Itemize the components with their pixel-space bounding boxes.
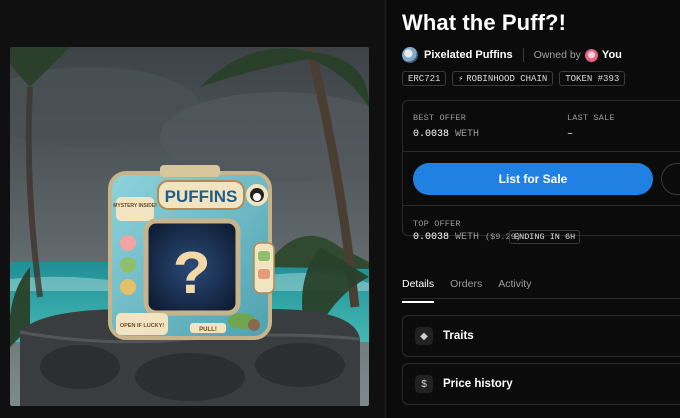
owner-avatar[interactable] [584,48,598,62]
collection-avatar[interactable] [402,47,418,63]
owner-link[interactable]: You [602,49,622,61]
tag-standard: ERC721 [402,71,447,86]
nft-artwork[interactable]: PUFFINS MYSTERY INSIDE! ? PULL! OPEN IF … [10,47,369,406]
traits-label: Traits [443,330,474,342]
tab-orders[interactable]: Orders [450,278,482,303]
price-history-section[interactable]: $ Price history [402,363,680,405]
offer-expiry-badge: ENDING IN 6H [509,230,581,244]
mystery-label: MYSTERY INSIDE! [113,203,157,209]
top-offer-value: 0.0038 WETH ($9.29) [413,232,521,243]
secondary-action-button[interactable] [661,163,680,195]
best-offer-label: BEST OFFER [413,113,467,123]
price-history-label: Price history [443,378,513,390]
artwork-illustration: PUFFINS MYSTERY INSIDE! ? PULL! OPEN IF … [10,47,369,406]
tab-activity[interactable]: Activity [498,278,531,303]
open-label: OPEN IF LUCKY! [120,323,164,329]
chain-icon: ⚡ [458,74,464,84]
media-panel: PUFFINS MYSTERY INSIDE! ? PULL! OPEN IF … [0,0,385,418]
last-sale-value: – [567,129,574,140]
owned-by-label: Owned by [533,49,581,61]
best-offer-value: 0.0038 WETH [413,129,480,140]
top-offer-label: TOP OFFER [413,219,461,229]
tab-details[interactable]: Details [402,278,435,303]
page-title: What the Puff?! [402,10,567,35]
tag-token-id: TOKEN #393 [559,71,626,86]
details-panel: What the Puff?! Pixelated Puffins Owned … [386,0,680,418]
box-title: PUFFINS [165,187,238,206]
question-mark: ? [173,241,210,312]
card-divider [403,205,680,206]
tabs-divider [402,298,680,299]
item-tags: ERC721 ⚡ ROBINHOOD CHAIN TOKEN #393 [402,71,626,86]
card-divider [403,151,680,152]
diamond-icon: ◆ [415,327,433,345]
item-meta: Pixelated Puffins Owned by You [402,46,622,64]
detail-tabs: Details Orders Activity [402,278,531,303]
dollar-icon: $ [415,375,433,393]
last-sale-label: LAST SALE [567,113,615,123]
traits-section[interactable]: ◆ Traits [402,315,680,357]
list-for-sale-button[interactable]: List for Sale [413,163,653,195]
pull-label: PULL! [199,327,217,333]
tag-chain[interactable]: ⚡ ROBINHOOD CHAIN [452,71,554,86]
collection-link[interactable]: Pixelated Puffins [424,49,513,61]
meta-divider [522,48,524,62]
pricing-card: BEST OFFER 0.0038 WETH LAST SALE – List … [402,100,680,244]
